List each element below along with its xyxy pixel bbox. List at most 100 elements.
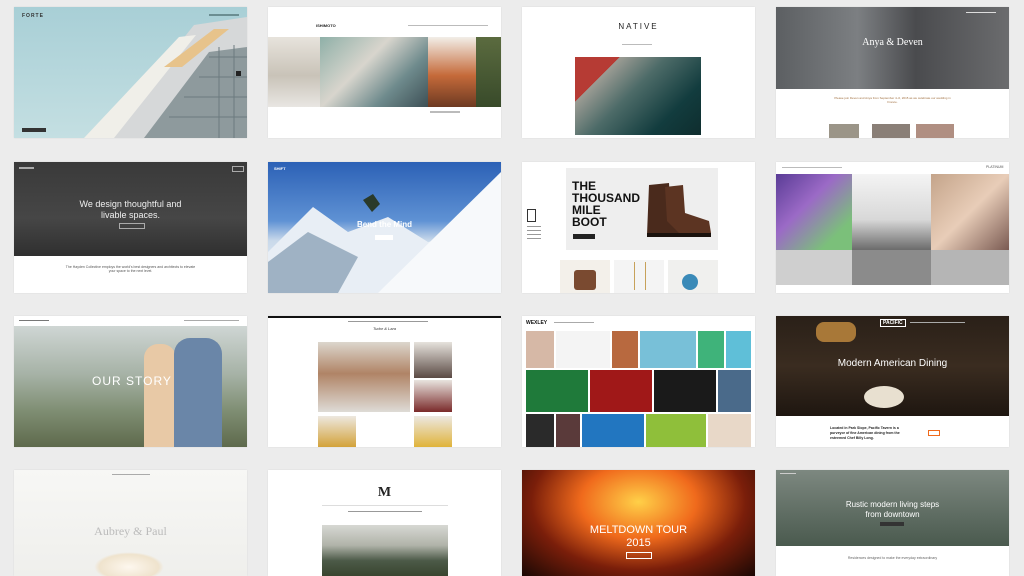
intro-text: The Hayden Collective employs the world'…: [65, 265, 196, 273]
hero-button[interactable]: [375, 235, 393, 240]
template-forte[interactable]: FORTE: [14, 7, 247, 138]
template-pacific[interactable]: PACIFIC Modern American Dining Located i…: [776, 316, 1009, 447]
hero-headline: Bend the Mind: [356, 220, 413, 229]
grid-11: [526, 414, 554, 447]
reserve-button[interactable]: [928, 430, 940, 436]
product-photo-2: [414, 342, 452, 378]
template-our-story[interactable]: OUR STORY: [14, 316, 247, 447]
sidebar-logo: [527, 209, 536, 222]
grid-2: [556, 331, 610, 368]
tickets-button[interactable]: [626, 552, 652, 559]
site-logo: M: [377, 485, 392, 500]
hero-headline-line2: from downtown: [865, 510, 920, 519]
grid-4: [640, 331, 696, 368]
hero-headline-line1: MELTDOWN TOUR: [589, 524, 688, 536]
grid-14: [646, 414, 706, 447]
hero-title-line1: We design thoughtful and: [79, 199, 182, 209]
boot-product-image: [647, 183, 711, 237]
template-aubrey-paul[interactable]: Aubrey & Paul: [14, 470, 247, 576]
hero-headline: OUR STORY: [92, 374, 172, 388]
template-ishimoto[interactable]: ISHIMOTO: [268, 7, 501, 138]
product-photo-4: [318, 416, 356, 447]
boots-image: [574, 270, 596, 290]
photo-horses: [852, 174, 931, 250]
flower-image: [94, 552, 164, 576]
photo-portrait: [931, 174, 1009, 250]
hero-button[interactable]: [880, 522, 904, 526]
person-2: [174, 338, 222, 447]
hero-button[interactable]: [119, 223, 145, 229]
template-shift[interactable]: SHIFT Bend the Mind: [268, 162, 501, 293]
logo: [780, 473, 796, 474]
grid-12: [556, 414, 580, 447]
necklace-image: [634, 262, 646, 290]
template-native[interactable]: NATIVE: [522, 7, 755, 138]
top-bar: [268, 316, 501, 318]
landscape-photo: [322, 525, 448, 576]
nav-button[interactable]: [232, 166, 244, 172]
model-photo-4: [476, 37, 501, 107]
template-wexley[interactable]: WEXLEY: [522, 316, 755, 447]
hero-title-line2: livable spaces.: [100, 210, 161, 220]
hero-headline-line1: Rustic modern living steps: [845, 500, 940, 509]
hero-title: Anya & Deven: [862, 37, 923, 48]
template-hayden[interactable]: We design thoughtful and livable spaces.…: [14, 162, 247, 293]
nav-links: [910, 322, 965, 323]
building-facade-image: [84, 17, 247, 138]
bread-image: [816, 322, 856, 342]
shop-button[interactable]: [573, 234, 595, 239]
caption-text: [430, 111, 460, 113]
thumb-2: [872, 124, 910, 138]
model-photo-1: [268, 37, 320, 107]
nav-links: [209, 14, 239, 16]
divider: [322, 505, 448, 506]
nav-links: [112, 474, 150, 475]
concert-photo: [522, 470, 755, 576]
grid-9: [654, 370, 716, 412]
grid-6: [726, 331, 751, 368]
nav-links: [348, 321, 428, 322]
grid-1: [526, 331, 554, 368]
about-line3: esteemed Chef Billy Long.: [830, 436, 874, 440]
template-tudor-lara[interactable]: Tudor & Lara: [268, 316, 501, 447]
model-photo-3: [428, 37, 476, 107]
template-boot[interactable]: THE THOUSAND MILE BOOT: [522, 162, 755, 293]
grid-10: [718, 370, 751, 412]
site-logo: SHIFT: [274, 166, 286, 171]
hero-bg: [14, 162, 247, 256]
site-logo: NATIVE: [618, 22, 659, 31]
site-logo: PLATINUM: [986, 165, 1004, 169]
product-photo-main: [318, 342, 410, 412]
hero-photo: [776, 7, 1009, 89]
store-title: Tudor & Lara: [372, 326, 397, 331]
grid-8: [590, 370, 652, 412]
grid-5: [698, 331, 724, 368]
about-line1: Located in Park Slope, Pacific Tavern is…: [830, 426, 899, 430]
template-anya-deven[interactable]: Anya & Deven Please join Deven and Anya …: [776, 7, 1009, 138]
template-meltdown[interactable]: MELTDOWN TOUR 2015: [522, 470, 755, 576]
hero-headline: Modern American Dining: [837, 358, 948, 369]
intro-text: Residences designed to make the everyday…: [847, 556, 938, 560]
photo-purple: [776, 174, 852, 250]
product-photo-5: [414, 416, 452, 447]
template-rustic[interactable]: Rustic modern living steps from downtown…: [776, 470, 1009, 576]
sidebar-nav: [527, 226, 541, 242]
person-1: [144, 344, 176, 447]
product-photo-3: [414, 380, 452, 412]
template-platinum[interactable]: PLATINUM: [776, 162, 1009, 293]
hero-headline: Aubrey & Paul: [94, 524, 167, 538]
site-logo: PACIFIC: [880, 319, 906, 327]
grid-15: [708, 414, 751, 447]
grid-7: [526, 370, 588, 412]
model-photo-2: [320, 37, 428, 107]
thumb-1: [829, 124, 859, 138]
photo-bw-3: [931, 250, 1009, 285]
headline-line4: BOOT: [572, 215, 607, 229]
nav-links: [554, 322, 594, 323]
template-m[interactable]: M: [268, 470, 501, 576]
logo: [19, 320, 49, 321]
nav-links: [184, 320, 239, 321]
nav-links: [408, 25, 488, 26]
cta-button[interactable]: [22, 128, 46, 132]
site-logo: FORTE: [22, 13, 44, 19]
